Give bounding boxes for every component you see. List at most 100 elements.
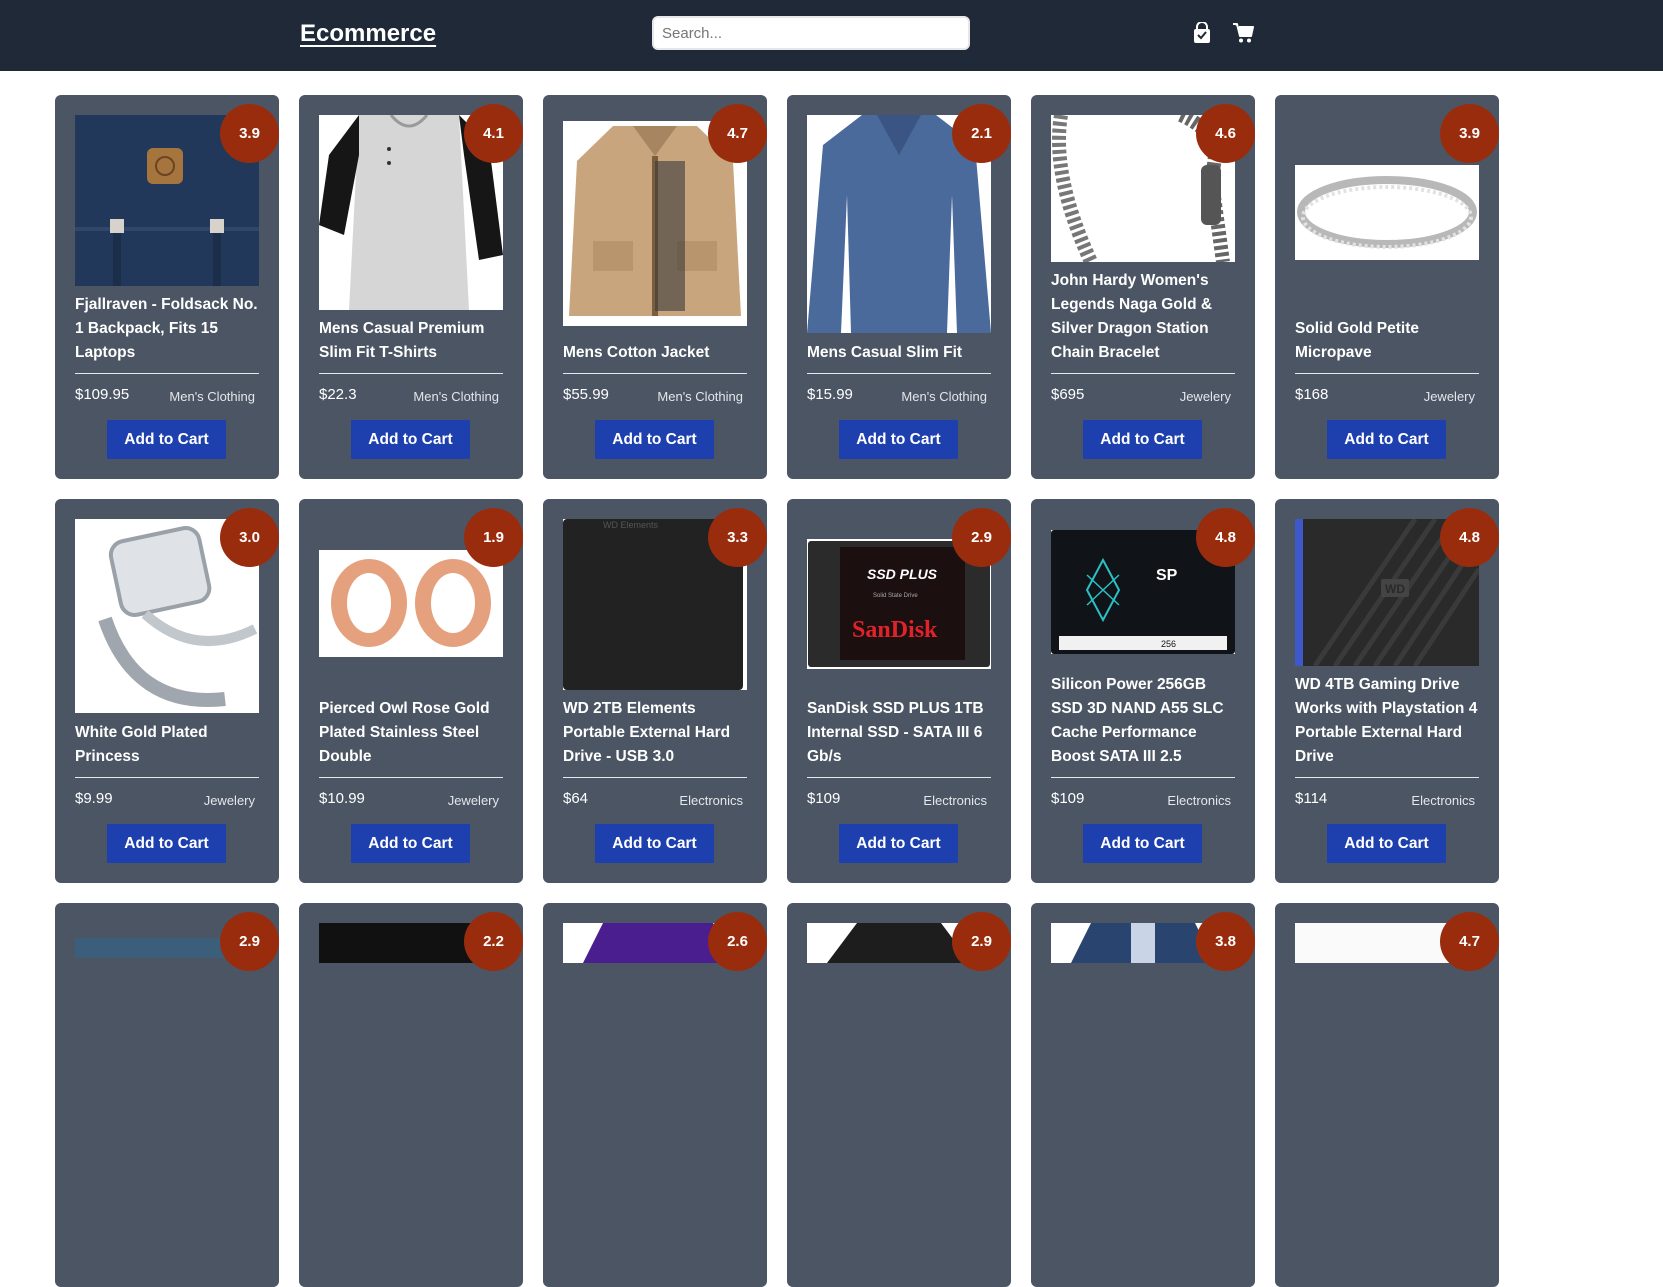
product-title[interactable]: Mens Cotton Jacket (563, 341, 747, 365)
product-category: Jewelery (1179, 389, 1231, 404)
product-card: 4.1 Mens Casual Premium Slim Fit T-Shirt… (299, 95, 523, 479)
product-title[interactable]: SanDisk SSD PLUS 1TB Internal SSD - SATA… (807, 697, 991, 769)
add-to-cart-button[interactable]: Add to Cart (1083, 420, 1202, 459)
rating-badge: 3.0 (220, 508, 279, 567)
product-price: $695 (1051, 386, 1085, 403)
divider (1051, 373, 1235, 374)
product-card: 3.9 Solid Gold Petite Micropave $168 Jew… (1275, 95, 1499, 479)
shopping-bag-icon[interactable] (1191, 22, 1213, 44)
product-price: $109.95 (75, 386, 130, 403)
divider (563, 777, 747, 778)
add-to-cart-button[interactable]: Add to Cart (1327, 420, 1446, 459)
product-category: Electronics (1167, 793, 1231, 808)
divider (563, 373, 747, 374)
divider (807, 373, 991, 374)
search-input[interactable] (652, 16, 970, 50)
product-card: 3.9 Fjallraven - Foldsack No. 1 Backpack… (55, 95, 279, 479)
add-to-cart-button[interactable]: Add to Cart (595, 420, 714, 459)
rating-badge: 4.7 (1440, 912, 1499, 971)
divider (75, 373, 259, 374)
rating-badge: 2.2 (464, 912, 523, 971)
product-price: $114 (1295, 790, 1328, 807)
product-title[interactable]: Solid Gold Petite Micropave (1295, 317, 1479, 365)
rating-badge: 4.6 (1196, 104, 1255, 163)
product-category: Electronics (1411, 793, 1475, 808)
wd-elements-label: WD Elements (603, 520, 659, 530)
ssd-sub-label: Solid State Drive (873, 593, 918, 599)
product-title[interactable]: Silicon Power 256GB SSD 3D NAND A55 SLC … (1051, 673, 1235, 769)
product-title[interactable]: WD 4TB Gaming Drive Works with Playstati… (1295, 673, 1479, 769)
product-price: $22.3 (319, 386, 357, 403)
product-price: $9.99 (75, 790, 113, 807)
add-to-cart-button[interactable]: Add to Cart (107, 420, 226, 459)
add-to-cart-button[interactable]: Add to Cart (1327, 824, 1446, 863)
product-title[interactable]: Pierced Owl Rose Gold Plated Stainless S… (319, 697, 503, 769)
product-category: Electronics (923, 793, 987, 808)
product-category: Jewelery (1423, 389, 1475, 404)
rating-badge: 4.7 (708, 104, 767, 163)
product-title[interactable]: Mens Casual Slim Fit (807, 341, 991, 365)
product-category: Electronics (679, 793, 743, 808)
product-card: 3.0 White Gold Plated Princess $9.99 Jew… (55, 499, 279, 883)
divider (319, 777, 503, 778)
sandisk-logo: SanDisk (852, 617, 938, 643)
rating-badge: 3.9 (220, 104, 279, 163)
product-card: 2.9 (787, 903, 1011, 1287)
product-card: 2.2 (299, 903, 523, 1287)
product-title[interactable]: John Hardy Women's Legends Naga Gold & S… (1051, 269, 1235, 365)
rating-badge: 2.1 (952, 104, 1011, 163)
rating-badge: 2.9 (952, 912, 1011, 971)
rating-badge: 3.9 (1440, 104, 1499, 163)
rating-badge: 2.6 (708, 912, 767, 971)
product-card: 1.9 Pierced Owl Rose Gold Plated Stainle… (299, 499, 523, 883)
product-category: Jewelery (203, 793, 255, 808)
cart-icon[interactable] (1232, 22, 1254, 44)
divider (1295, 777, 1479, 778)
sp-logo: SP (1156, 567, 1178, 584)
rating-badge: 4.1 (464, 104, 523, 163)
product-card: 3.8 (1031, 903, 1255, 1287)
rating-badge: 1.9 (464, 508, 523, 567)
add-to-cart-button[interactable]: Add to Cart (1083, 824, 1202, 863)
product-card: 4.7 (1275, 903, 1499, 1287)
add-to-cart-button[interactable]: Add to Cart (107, 824, 226, 863)
add-to-cart-button[interactable]: Add to Cart (839, 824, 958, 863)
add-to-cart-button[interactable]: Add to Cart (595, 824, 714, 863)
product-price: $109 (1051, 790, 1085, 807)
rating-badge: 4.8 (1196, 508, 1255, 567)
product-image[interactable] (1295, 165, 1479, 260)
product-price: $168 (1295, 386, 1329, 403)
product-category: Men's Clothing (657, 389, 743, 404)
divider (75, 777, 259, 778)
divider (319, 373, 503, 374)
product-title[interactable]: White Gold Plated Princess (75, 721, 259, 769)
add-to-cart-button[interactable]: Add to Cart (351, 420, 470, 459)
product-image[interactable] (319, 550, 503, 657)
divider (807, 777, 991, 778)
product-category: Men's Clothing (169, 389, 255, 404)
rating-badge: 2.9 (220, 912, 279, 971)
product-category: Jewelery (447, 793, 499, 808)
add-to-cart-button[interactable]: Add to Cart (839, 420, 958, 459)
product-category: Men's Clothing (901, 389, 987, 404)
product-price: $55.99 (563, 386, 609, 403)
product-price: $15.99 (807, 386, 853, 403)
divider (1295, 373, 1479, 374)
product-card: SP 256 4.8 Silicon Power 256GB SSD 3D NAN… (1031, 499, 1255, 883)
rating-badge: 3.3 (708, 508, 767, 567)
product-category: Men's Clothing (413, 389, 499, 404)
add-to-cart-button[interactable]: Add to Cart (351, 824, 470, 863)
product-title[interactable]: WD 2TB Elements Portable External Hard D… (563, 697, 747, 769)
product-card: 2.1 Mens Casual Slim Fit $15.99 Men's Cl… (787, 95, 1011, 479)
brand-logo[interactable]: Ecommerce (300, 20, 436, 48)
sp-capacity: 256 (1161, 639, 1176, 649)
rating-badge: 4.8 (1440, 508, 1499, 567)
product-title[interactable]: Mens Casual Premium Slim Fit T-Shirts (319, 317, 503, 365)
top-navbar: Ecommerce (0, 0, 1663, 71)
wd-badge: WD (1385, 582, 1405, 596)
rating-badge: 3.8 (1196, 912, 1255, 971)
product-title[interactable]: Fjallraven - Foldsack No. 1 Backpack, Fi… (75, 293, 259, 365)
product-card: WD 4.8 WD 4TB Gaming Drive Works with Pl… (1275, 499, 1499, 883)
product-card: 4.6 John Hardy Women's Legends Naga Gold… (1031, 95, 1255, 479)
product-card: 4.7 Mens Cotton Jacket $55.99 Men's Clot… (543, 95, 767, 479)
